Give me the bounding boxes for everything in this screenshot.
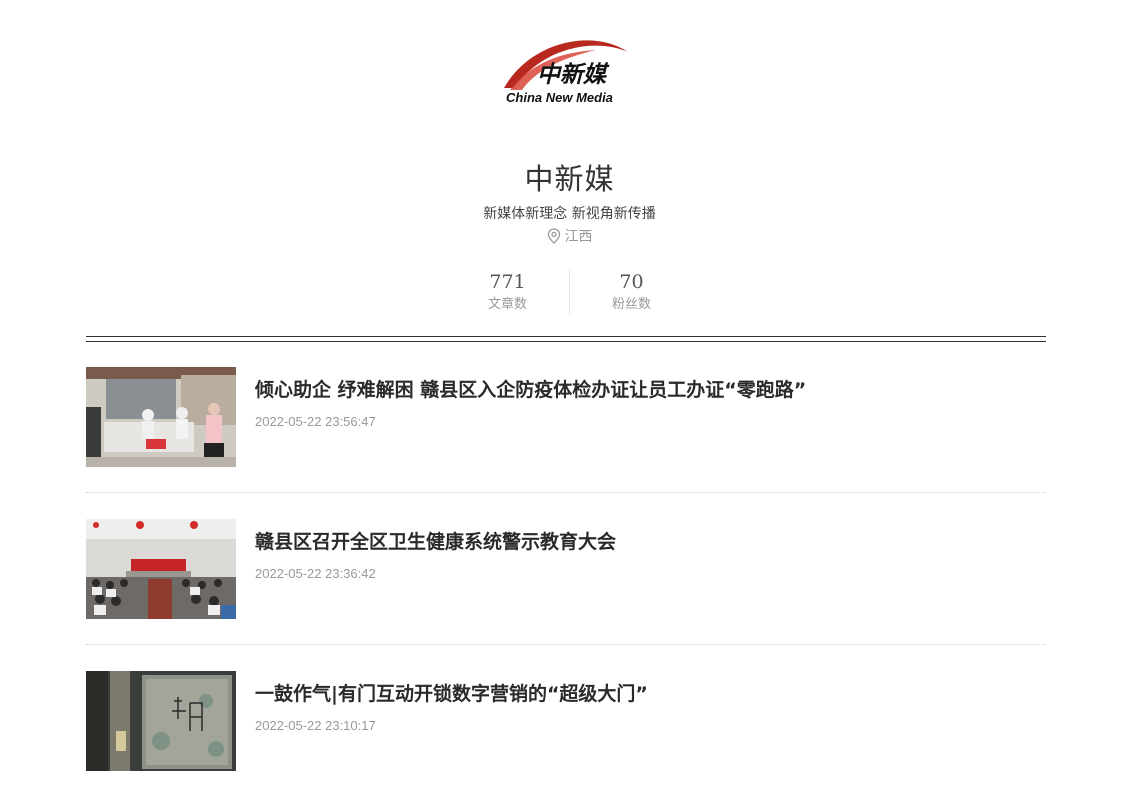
list-item[interactable]: 倾心助企 纾难解困 赣县区入企防疫体检办证让员工办证“零跑路” 2022-05-… [86, 367, 1046, 493]
list-item[interactable]: 一鼓作气|有门互动开锁数字营销的“超级大门” 2022-05-22 23:10:… [86, 671, 1046, 796]
stat-articles-label: 文章数 [487, 297, 527, 312]
article-meta: 一鼓作气|有门互动开锁数字营销的“超级大门” 2022-05-22 23:10:… [255, 671, 648, 735]
stat-articles-value: 771 [489, 271, 526, 293]
list-item[interactable]: 赣县区召开全区卫生健康系统警示教育大会 2022-05-22 23:36:42 [86, 519, 1046, 645]
article-thumbnail[interactable] [86, 519, 236, 619]
article-time: 2022-05-22 23:36:42 [255, 566, 376, 581]
account-name: 中新媒 [524, 162, 615, 196]
stat-followers[interactable]: 70 粉丝数 [569, 270, 693, 314]
svg-text:中新媒: 中新媒 [537, 62, 610, 88]
article-list: 倾心助企 纾难解困 赣县区入企防疫体检办证让员工办证“零跑路” 2022-05-… [86, 367, 1046, 796]
map-pin-icon [547, 228, 561, 244]
account-slogan: 新媒体新理念 新视角新传播 [483, 206, 656, 222]
account-stats: 771 文章数 70 粉丝数 [0, 270, 1139, 314]
stat-followers-value: 70 [619, 271, 644, 293]
stat-followers-label: 粉丝数 [611, 297, 651, 312]
svg-text:China New Media: China New Media [506, 90, 613, 105]
stat-articles[interactable]: 771 文章数 [446, 270, 569, 314]
article-time: 2022-05-22 23:56:47 [255, 414, 376, 429]
article-meta: 赣县区召开全区卫生健康系统警示教育大会 2022-05-22 23:36:42 [255, 519, 616, 583]
brand-logo[interactable]: 中新媒 China New Media [500, 34, 632, 108]
profile-page: 中新媒 China New Media 中新媒 新媒体新理念 新视角新传播 江西… [0, 0, 1139, 786]
location-text: 江西 [564, 229, 593, 245]
account-location: 江西 [0, 226, 1139, 246]
article-thumbnail[interactable] [86, 367, 236, 467]
article-thumbnail[interactable] [86, 671, 236, 771]
section-divider [86, 336, 1046, 342]
article-title[interactable]: 倾心助企 纾难解困 赣县区入企防疫体检办证让员工办证“零跑路” [255, 377, 806, 403]
article-title[interactable]: 一鼓作气|有门互动开锁数字营销的“超级大门” [255, 681, 648, 707]
article-time: 2022-05-22 23:10:17 [255, 718, 376, 733]
article-meta: 倾心助企 纾难解困 赣县区入企防疫体检办证让员工办证“零跑路” 2022-05-… [255, 367, 806, 431]
article-title[interactable]: 赣县区召开全区卫生健康系统警示教育大会 [255, 529, 616, 555]
